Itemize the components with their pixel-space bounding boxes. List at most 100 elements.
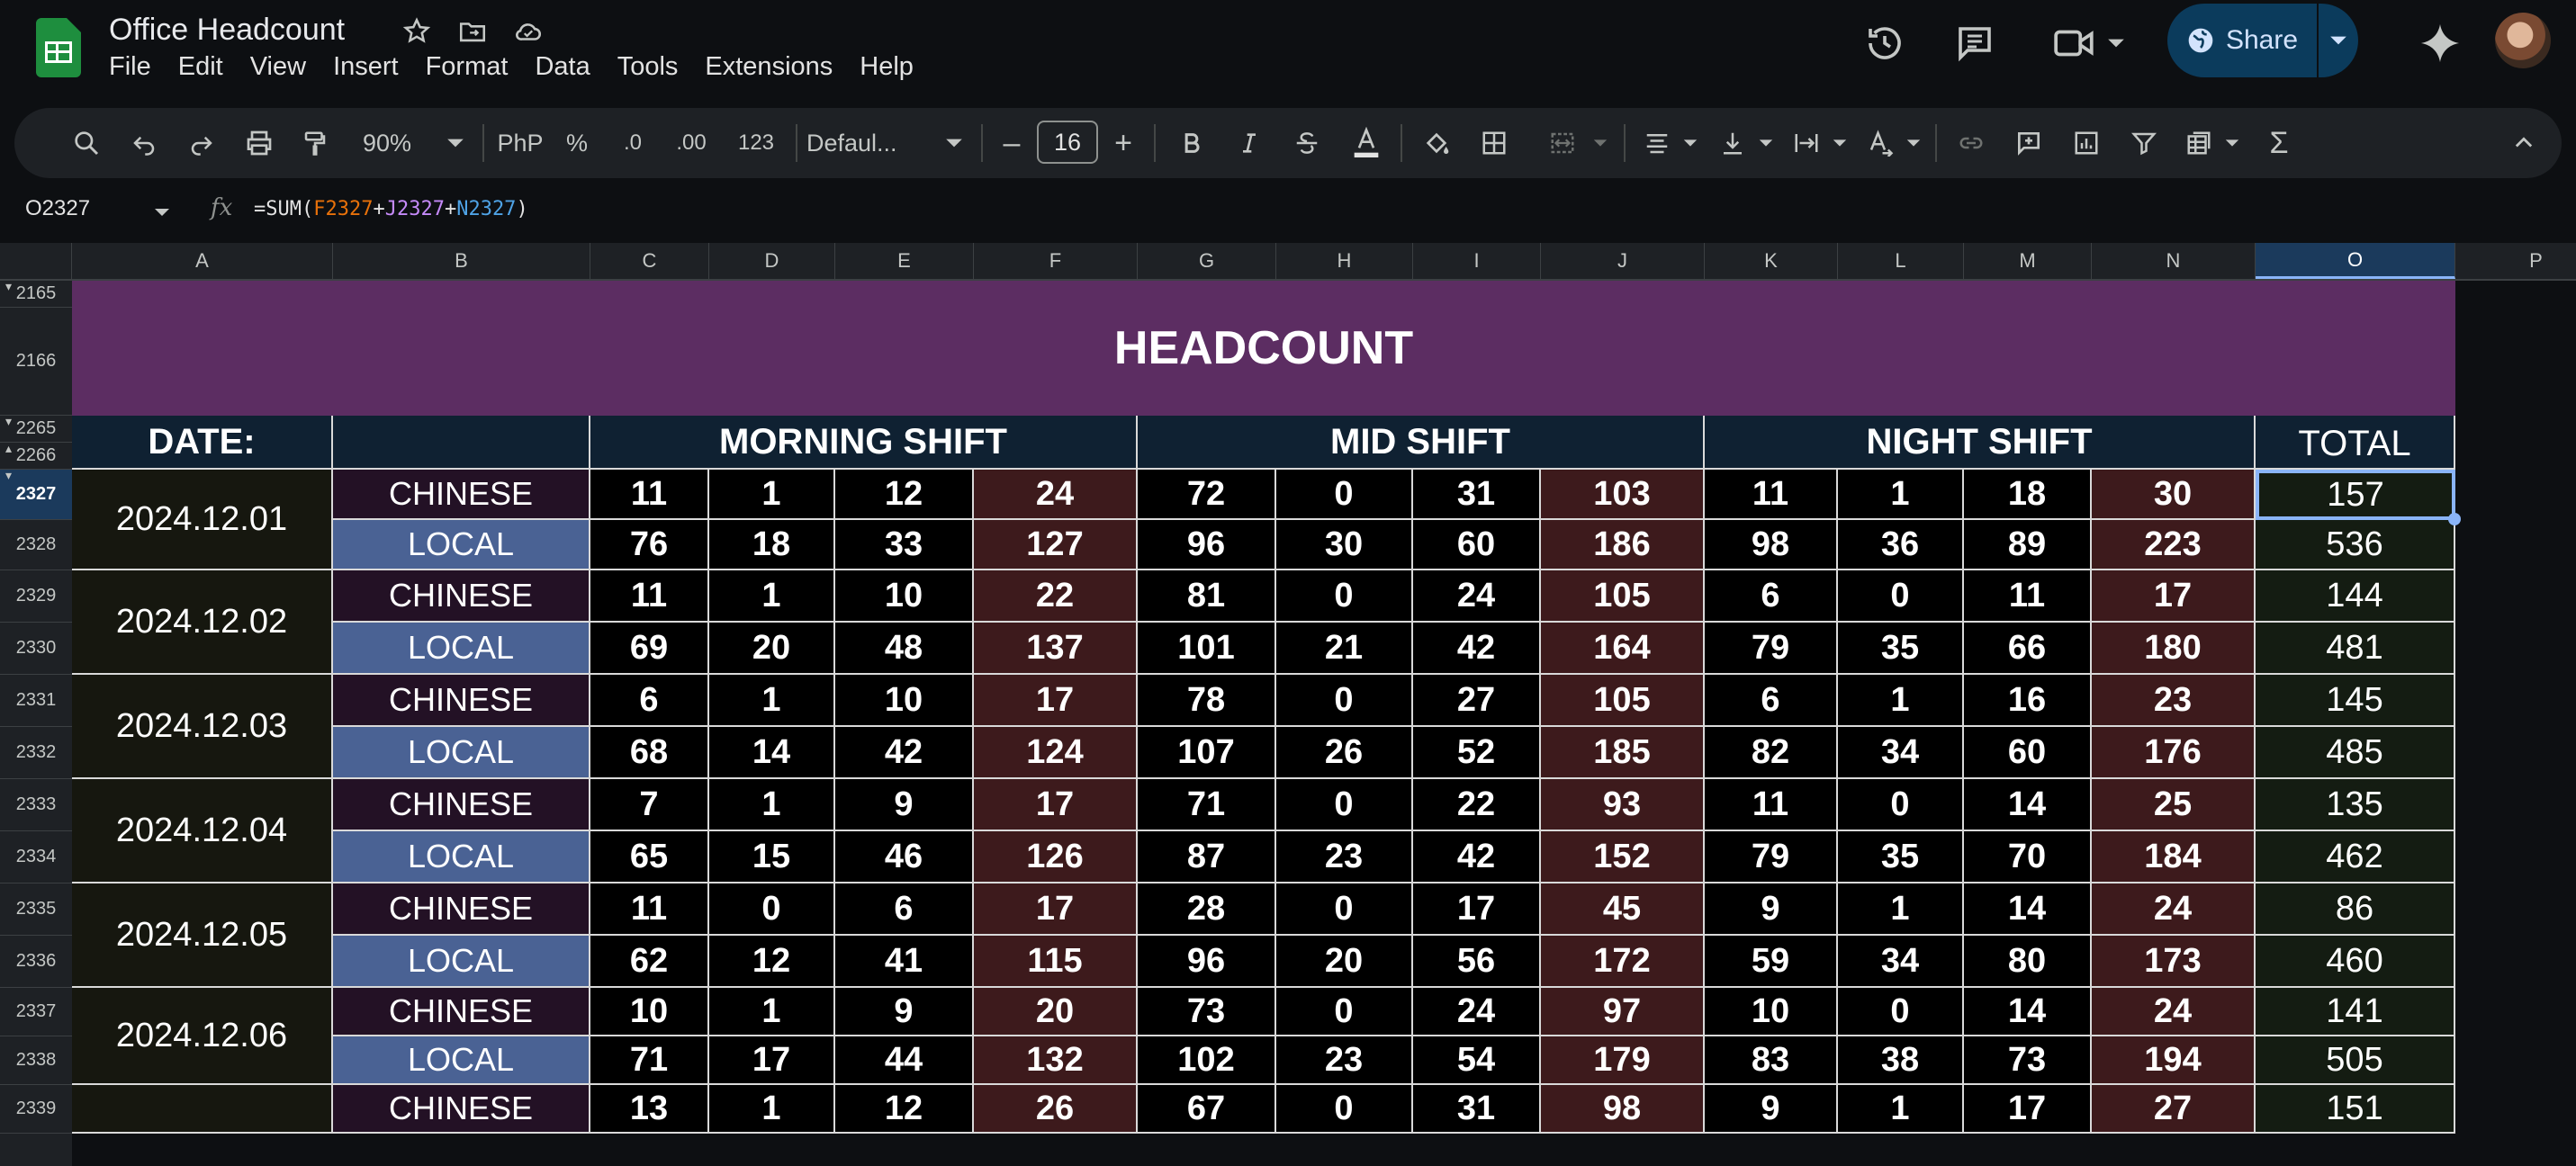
font-family-select[interactable]: Defaul... [806,108,941,178]
column-header-h[interactable]: H [1276,243,1413,279]
total-cell[interactable]: 505 [2256,1036,2455,1085]
local-category-cell[interactable]: LOCAL [333,727,590,779]
document-title[interactable]: Office Headcount [109,13,345,48]
formula-input[interactable]: =SUM(F2327+J2327+N2327) [254,198,528,220]
headcount-cell[interactable]: 66 [1964,623,2092,675]
headcount-cell[interactable]: 12 [835,1085,974,1134]
headcount-cell[interactable]: 180 [2092,623,2256,675]
headcount-cell[interactable]: 20 [1276,936,1413,988]
headcount-cell[interactable]: 173 [2092,936,2256,988]
total-cell[interactable]: 460 [2256,936,2455,988]
headcount-cell[interactable]: 30 [2092,470,2256,520]
headcount-cell[interactable]: 18 [1964,470,2092,520]
headcount-cell[interactable]: 78 [1138,675,1276,727]
row-header-2339[interactable]: 2339 [0,1085,72,1134]
zoom-select[interactable]: 90% [347,108,427,178]
headcount-cell[interactable]: 54 [1413,1036,1541,1085]
headcount-cell[interactable]: 1 [709,988,835,1036]
headcount-cell[interactable]: 24 [2092,883,2256,936]
headcount-cell[interactable]: 21 [1276,623,1413,675]
headcount-cell[interactable]: 14 [1964,779,2092,831]
decrease-font-size-button[interactable]: – [992,108,1031,178]
column-header-k[interactable]: K [1705,243,1838,279]
undo-icon[interactable] [119,108,169,178]
menu-extensions[interactable]: Extensions [705,52,833,82]
column-header-n[interactable]: N [2092,243,2256,279]
headcount-cell[interactable]: 42 [1413,831,1541,883]
menu-help[interactable]: Help [860,52,914,82]
collapse-toolbar-icon[interactable] [2499,108,2549,178]
headcount-cell[interactable]: 42 [835,727,974,779]
text-wrapping-icon[interactable] [1784,108,1829,178]
sheets-logo-icon[interactable] [36,18,81,77]
headcount-cell[interactable]: 172 [1541,936,1705,988]
horizontal-align-caret-icon[interactable] [1678,108,1703,178]
headcount-cell[interactable]: 24 [2092,988,2256,1036]
row-header-2333[interactable]: 2333 [0,779,72,831]
headcount-cell[interactable]: 71 [590,1036,709,1085]
total-cell[interactable]: 485 [2256,727,2455,779]
row-header-2335[interactable]: 2335 [0,883,72,936]
headcount-cell[interactable]: 126 [974,831,1138,883]
headcount-cell[interactable]: 1 [709,470,835,520]
headcount-cell[interactable]: 83 [1705,1036,1838,1085]
insert-chart-icon[interactable] [2061,108,2112,178]
column-header-o[interactable]: O [2256,243,2455,279]
headcount-cell[interactable]: 15 [709,831,835,883]
headcount-cell[interactable]: 73 [1138,988,1276,1036]
headcount-cell[interactable]: 97 [1541,988,1705,1036]
headcount-cell[interactable]: 6 [590,675,709,727]
fill-color-icon[interactable] [1411,108,1462,178]
row-header-2329[interactable]: 2329 [0,570,72,623]
column-header-g[interactable]: G [1138,243,1276,279]
headcount-cell[interactable]: 65 [590,831,709,883]
select-all-corner[interactable] [0,243,72,279]
insert-comment-icon[interactable] [2004,108,2054,178]
total-cell[interactable]: 135 [2256,779,2455,831]
headcount-cell[interactable]: 6 [1705,570,1838,623]
total-cell[interactable]: 145 [2256,675,2455,727]
total-cell[interactable]: 141 [2256,988,2455,1036]
headcount-cell[interactable]: 14 [1964,988,2092,1036]
italic-icon[interactable] [1226,108,1273,178]
more-formats-button[interactable]: 123 [727,108,785,178]
text-wrapping-caret-icon[interactable] [1827,108,1852,178]
vertical-align-caret-icon[interactable] [1753,108,1779,178]
date-cell[interactable] [72,1085,333,1134]
headcount-cell[interactable]: 184 [2092,831,2256,883]
headcount-cell[interactable]: 11 [1705,779,1838,831]
headcount-cell[interactable]: 115 [974,936,1138,988]
headcount-cell[interactable]: 45 [1541,883,1705,936]
search-menus-icon[interactable] [58,108,115,178]
mid-shift-header[interactable]: MID SHIFT [1138,416,1705,470]
headcount-cell[interactable]: 72 [1138,470,1276,520]
gemini-sparkle-icon[interactable] [2419,0,2461,86]
total-cell[interactable]: 481 [2256,623,2455,675]
headcount-cell[interactable]: 69 [590,623,709,675]
chinese-category-cell[interactable]: CHINESE [333,470,590,520]
local-category-cell[interactable]: LOCAL [333,936,590,988]
headcount-cell[interactable]: 79 [1705,831,1838,883]
chinese-category-cell[interactable]: CHINESE [333,675,590,727]
table-views-icon[interactable] [2176,108,2221,178]
row-group-toggle-icon[interactable]: ▾ [5,414,12,429]
increase-font-size-button[interactable]: + [1103,108,1143,178]
chinese-category-cell[interactable]: CHINESE [333,883,590,936]
headcount-cell[interactable]: 17 [974,883,1138,936]
headcount-cell[interactable]: 22 [1413,779,1541,831]
headcount-cell[interactable]: 36 [1838,520,1964,570]
headcount-cell[interactable]: 30 [1276,520,1413,570]
font-caret-icon[interactable] [936,108,972,178]
date-header[interactable]: DATE: [72,416,333,470]
headcount-cell[interactable]: 10 [1705,988,1838,1036]
column-header-f[interactable]: F [974,243,1138,279]
row-header-2331[interactable]: 2331 [0,675,72,727]
headcount-cell[interactable]: 11 [1705,470,1838,520]
menu-view[interactable]: View [250,52,306,82]
chinese-category-cell[interactable]: CHINESE [333,779,590,831]
headcount-cell[interactable]: 1 [709,675,835,727]
local-category-cell[interactable]: LOCAL [333,520,590,570]
paint-format-icon[interactable] [290,108,340,178]
headcount-cell[interactable]: 9 [835,988,974,1036]
functions-button[interactable]: Σ [2254,108,2304,178]
